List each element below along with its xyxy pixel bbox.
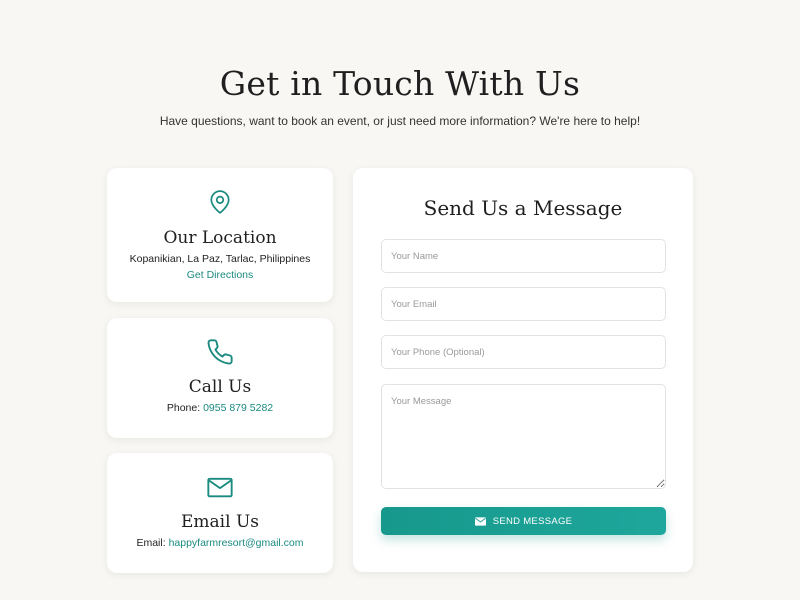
phone-label: Phone: <box>166 402 204 414</box>
phone-input[interactable] <box>381 335 666 369</box>
phone-card: Call Us Phone: 0955 879 5282 <box>107 318 333 438</box>
envelope-icon <box>207 477 233 498</box>
email-address-link[interactable]: happyfarmresort@gmail.com <box>169 537 304 549</box>
page-title: Get in Touch With Us <box>219 64 581 103</box>
message-textarea[interactable] <box>381 384 666 489</box>
phone-line: Phone: 0955 879 5282 <box>107 402 333 414</box>
location-address: Kopanikian, La Paz, Tarlac, Philippines <box>129 253 311 265</box>
email-label: Email: <box>136 537 169 549</box>
email-card: Email Us Email: happyfarmresort@gmail.co… <box>107 453 333 573</box>
email-line: Email: happyfarmresort@gmail.com <box>107 537 333 549</box>
phone-title: Call Us <box>188 377 252 397</box>
get-directions-link[interactable]: Get Directions <box>187 269 254 281</box>
phone-number-link[interactable]: 0955 879 5282 <box>203 402 273 414</box>
name-input[interactable] <box>381 239 666 273</box>
map-pin-icon <box>210 190 230 214</box>
email-title: Email Us <box>181 512 259 532</box>
send-message-button[interactable]: SEND MESSAGE <box>381 507 666 535</box>
email-input[interactable] <box>381 287 666 321</box>
location-title: Our Location <box>163 228 277 248</box>
location-card: Our Location Kopanikian, La Paz, Tarlac,… <box>107 168 333 302</box>
form-title: Send Us a Message <box>423 196 623 220</box>
page-subtitle: Have questions, want to book an event, o… <box>159 114 641 128</box>
phone-icon <box>207 339 233 365</box>
send-message-label: SEND MESSAGE <box>492 515 573 527</box>
envelope-icon <box>474 516 486 526</box>
